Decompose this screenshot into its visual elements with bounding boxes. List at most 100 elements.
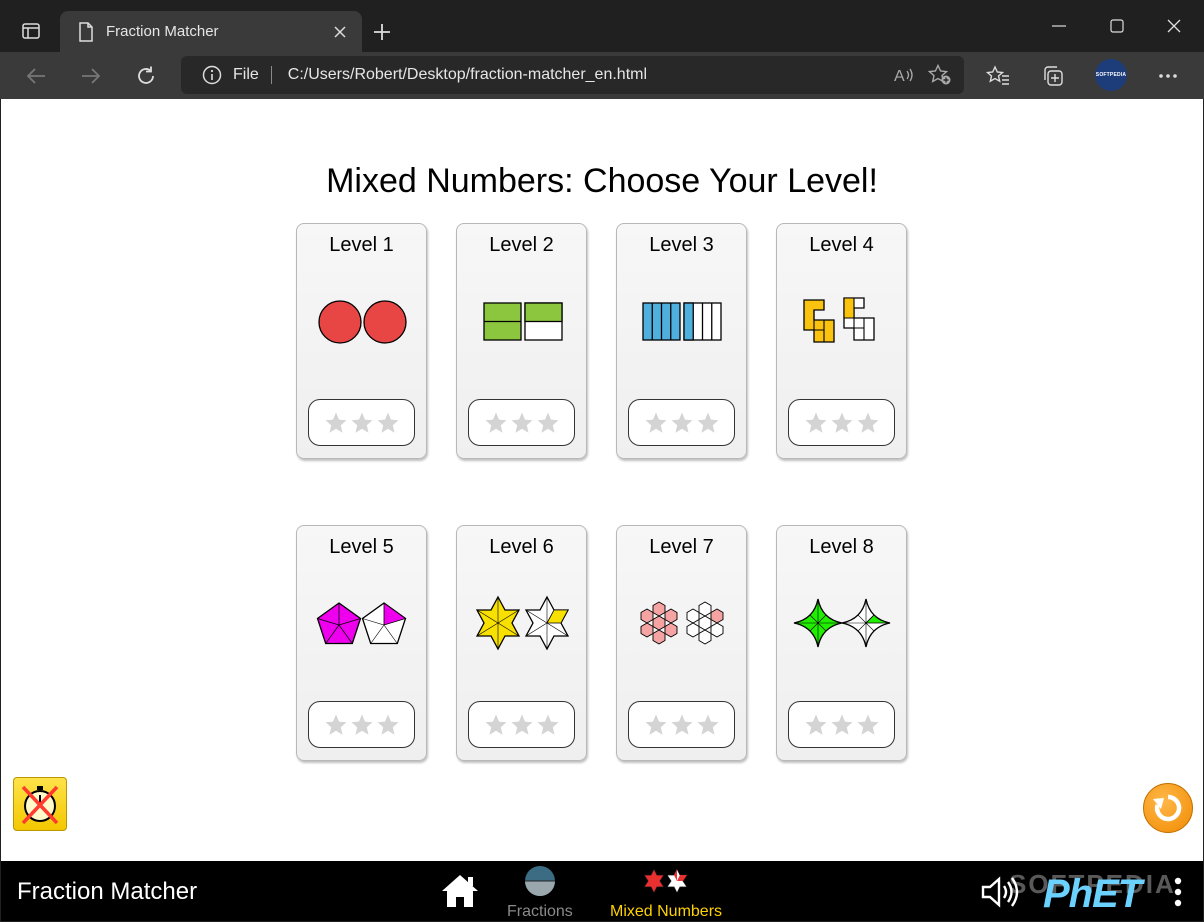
- star-rating: [308, 399, 415, 446]
- level-label: Level 3: [649, 234, 714, 256]
- mixed-numbers-screen-icon: [641, 865, 691, 897]
- profile-avatar[interactable]: SOFTPEDIA: [1095, 59, 1127, 91]
- star-icon: [857, 714, 878, 735]
- star-icon: [831, 412, 852, 433]
- read-aloud-icon[interactable]: A: [886, 57, 922, 93]
- level-3-button[interactable]: Level 3: [616, 223, 747, 459]
- close-window-button[interactable]: [1151, 8, 1197, 44]
- level-4-button[interactable]: Level 4: [776, 223, 907, 459]
- screen-label: Mixed Numbers: [610, 903, 723, 920]
- star-icon: [485, 412, 506, 433]
- star-icon: [325, 412, 346, 433]
- star-rating: [628, 399, 735, 446]
- fractions-screen-button[interactable]: Fractions: [507, 865, 573, 921]
- favorites-icon: [986, 65, 1009, 85]
- info-icon[interactable]: [201, 64, 223, 86]
- refresh-button[interactable]: [128, 58, 164, 94]
- mixed-numbers-screen-button[interactable]: Mixed Numbers: [610, 865, 722, 921]
- arrow-right-icon: [82, 68, 101, 84]
- sim-title: Fraction Matcher: [17, 878, 198, 905]
- forward-button[interactable]: [73, 58, 109, 94]
- maximize-icon: [1110, 19, 1124, 33]
- timer-toggle-button[interactable]: [13, 777, 67, 831]
- star-icon: [537, 714, 558, 735]
- level-6-button[interactable]: Level 6: [456, 525, 587, 761]
- minimize-button[interactable]: [1036, 8, 1082, 44]
- level-8-button[interactable]: Level 8: [776, 525, 907, 761]
- phet-logo[interactable]: PhET: [1043, 867, 1142, 917]
- arrow-left-icon: [26, 68, 45, 84]
- back-button[interactable]: [18, 58, 54, 94]
- level-7-button[interactable]: Level 7: [616, 525, 747, 761]
- tab-actions-button[interactable]: [14, 14, 48, 48]
- close-tab-icon[interactable]: [326, 18, 354, 46]
- level-label: Level 2: [489, 234, 554, 256]
- svg-text:A: A: [894, 68, 905, 85]
- level-label: Level 6: [489, 536, 554, 558]
- browser-toolbar: File C:/Users/Robert/Desktop/fraction-ma…: [0, 52, 1204, 99]
- star-icon: [645, 412, 666, 433]
- tetris-shapes-icon: [803, 297, 875, 343]
- address-bar[interactable]: File C:/Users/Robert/Desktop/fraction-ma…: [181, 56, 964, 94]
- star-icon: [485, 714, 506, 735]
- collections-button[interactable]: [1035, 58, 1071, 94]
- star-icon: [377, 714, 398, 735]
- home-icon: [442, 875, 478, 907]
- favorites-button[interactable]: [980, 58, 1016, 94]
- star-rating: [788, 399, 895, 446]
- level-label: Level 4: [809, 234, 874, 256]
- star-icon: [805, 412, 826, 433]
- star-icon: [325, 714, 346, 735]
- more-dots-icon: [1159, 74, 1177, 78]
- four-point-stars-icon: [793, 598, 891, 648]
- settings-menu-button[interactable]: [1150, 58, 1186, 94]
- level-label: Level 7: [649, 536, 714, 558]
- close-icon: [1167, 19, 1181, 33]
- level-1-button[interactable]: Level 1: [296, 223, 427, 459]
- reset-icon: [1153, 794, 1182, 822]
- phet-logo-text: PhET: [1043, 872, 1142, 916]
- star-icon: [805, 714, 826, 735]
- stopwatch-off-icon: [21, 785, 59, 825]
- tab-strip: Fraction Matcher: [0, 0, 1204, 52]
- page-icon: [76, 21, 96, 42]
- star-rating: [628, 701, 735, 748]
- star-icon: [671, 412, 692, 433]
- bars-icon: [642, 302, 722, 341]
- star-icon: [697, 714, 718, 735]
- level-label: Level 5: [329, 536, 394, 558]
- sim-content: Mixed Numbers: Choose Your Level! Level …: [1, 99, 1203, 861]
- star-icon: [857, 412, 878, 433]
- maximize-button[interactable]: [1094, 8, 1140, 44]
- star-icon: [351, 714, 372, 735]
- add-favorite-icon[interactable]: [922, 57, 958, 93]
- reset-all-button[interactable]: [1143, 783, 1193, 833]
- star-icon: [537, 412, 558, 433]
- vertical-dots-icon: [1174, 877, 1182, 907]
- star-icon: [697, 412, 718, 433]
- phet-menu-button[interactable]: [1167, 875, 1189, 909]
- sim-navigation-bar: Fraction Matcher Fractions Mixed Numbers: [1, 861, 1203, 921]
- minimize-icon: [1052, 25, 1066, 27]
- circles-icon: [318, 300, 407, 344]
- hexagon-clusters-icon: [640, 601, 724, 645]
- star-icon: [831, 714, 852, 735]
- active-tab[interactable]: Fraction Matcher: [60, 11, 362, 52]
- star-icon: [511, 412, 532, 433]
- star-rating: [468, 399, 575, 446]
- level-5-button[interactable]: Level 5: [296, 525, 427, 761]
- star-rating: [468, 701, 575, 748]
- star-icon: [645, 714, 666, 735]
- screen-label: Fractions: [507, 903, 573, 920]
- new-tab-button[interactable]: [366, 16, 398, 48]
- level-2-button[interactable]: Level 2: [456, 223, 587, 459]
- home-button[interactable]: [439, 871, 481, 911]
- rectangles-icon: [483, 302, 563, 341]
- pentagons-icon: [316, 602, 407, 645]
- browser-window: Fraction Matcher File C:/Users/Robert/De…: [0, 0, 1204, 922]
- star-icon: [511, 714, 532, 735]
- star-rating: [788, 701, 895, 748]
- star-icon: [377, 412, 398, 433]
- collections-icon: [1044, 66, 1063, 86]
- address-url[interactable]: C:/Users/Robert/Desktop/fraction-matcher…: [288, 66, 886, 84]
